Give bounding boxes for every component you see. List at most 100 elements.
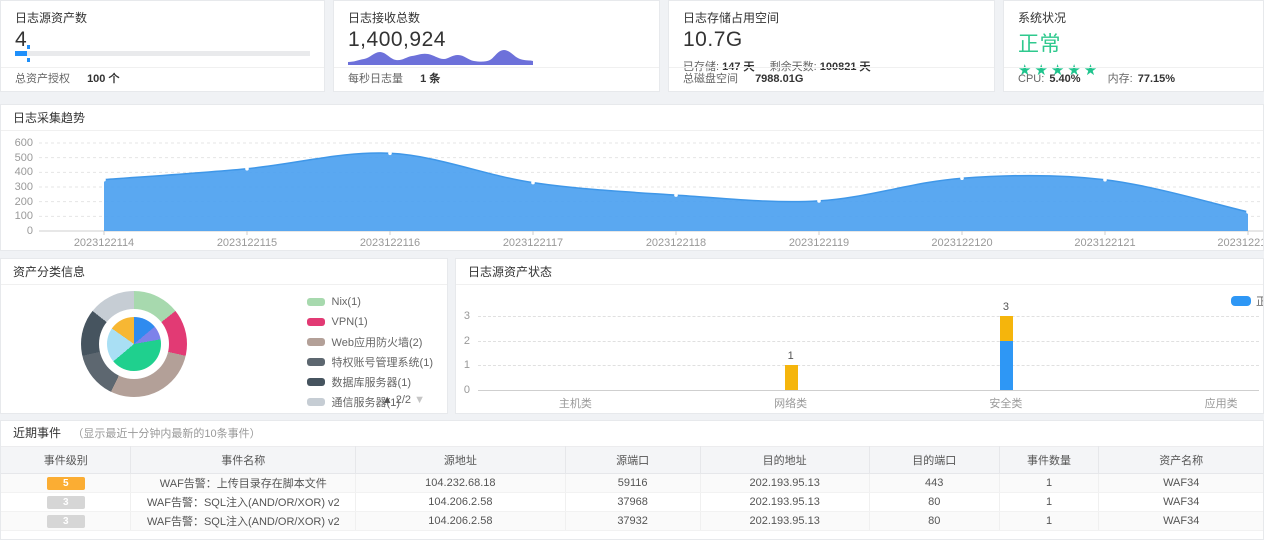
- trend-svg: [1, 131, 1264, 236]
- log-trend-panel: 日志采集趋势 010020030040050060020231221142023…: [0, 104, 1264, 251]
- events-col-header: 源端口: [565, 447, 700, 474]
- legend-swatch: [307, 338, 325, 346]
- trend-x-tick: 2023122121: [1060, 237, 1150, 249]
- bar-x-tick: 安全类: [961, 395, 1051, 411]
- event-cell: WAF告警：SQL注入(AND/OR/XOR) v2: [131, 512, 356, 531]
- events-col-header: 源地址: [356, 447, 565, 474]
- logs-sparkline-chart: [348, 39, 533, 65]
- cpu-value: 5.40%: [1049, 73, 1080, 85]
- events-col-header: 目的端口: [869, 447, 999, 474]
- bar-x-tick: 应用类: [1176, 395, 1264, 411]
- log-source-count: 4: [1, 26, 324, 52]
- card-title: 日志接收总数: [334, 1, 659, 26]
- bar-y-tick: 1: [456, 359, 470, 371]
- bar-x-tick: 网络类: [746, 395, 836, 411]
- pager-page: 2/2: [396, 394, 411, 406]
- footer-value: 7988.01G: [755, 73, 803, 85]
- trend-x-tick: 2023122122: [1203, 237, 1264, 249]
- trend-y-tick: 300: [3, 181, 33, 193]
- event-row: 3WAF告警：SQL注入(AND/OR/XOR) v2104.206.2.583…: [1, 512, 1263, 531]
- card-log-source-assets: 日志源资产数 4 总资产授权 100 个: [0, 0, 325, 92]
- donut-legend-item[interactable]: Web应用防火墙(2): [307, 333, 433, 350]
- event-cell: 80: [869, 512, 999, 531]
- events-col-header: 目的地址: [700, 447, 869, 474]
- bar-legend-item[interactable]: 正常: [1231, 293, 1264, 309]
- event-cell: 202.193.95.13: [700, 493, 869, 512]
- bar-segment-blue: [1000, 341, 1013, 390]
- bar-value-label: 3: [991, 301, 1021, 313]
- event-cell: 104.232.68.18: [356, 474, 565, 493]
- trend-x-tick: 2023122117: [488, 237, 578, 249]
- card-footer: 总资产授权 100 个: [1, 67, 324, 91]
- legend-label: 数据库服务器(1): [332, 374, 411, 390]
- legend-swatch-blue: [1231, 296, 1251, 306]
- donut-legend-item[interactable]: VPN(1): [307, 313, 433, 330]
- trend-y-tick: 600: [3, 137, 33, 149]
- legend-swatch: [307, 298, 325, 306]
- card-logs-received: 日志接收总数 1,400,924 每秒日志量 1 条: [333, 0, 660, 92]
- slider-tick-top: [27, 45, 30, 49]
- donut-legend-item[interactable]: Nix(1): [307, 293, 433, 310]
- bar-segment-yellow: [1000, 316, 1013, 341]
- bar-panel-title: 日志源资产状态: [456, 259, 1263, 285]
- log-source-status-panel: 日志源资产状态 正常 0123主机类网络类1安全类3应用类: [455, 258, 1264, 414]
- legend-swatch: [307, 398, 325, 406]
- event-level-badge: 3: [47, 515, 85, 528]
- asset-classification-panel: 资产分类信息 Nix(1)VPN(1)Web应用防火墙(2)特权账号管理系统(1…: [0, 258, 448, 414]
- footer-value: 100 个: [87, 73, 119, 85]
- bar-y-tick: 0: [456, 384, 470, 396]
- card-title: 日志存储占用空间: [669, 1, 994, 26]
- event-cell: 202.193.95.13: [700, 512, 869, 531]
- bar-segment-yellow: [785, 365, 798, 390]
- event-cell: 1: [999, 493, 1099, 512]
- asset-status-bar-chart: 正常 0123主机类网络类1安全类3应用类: [456, 285, 1263, 414]
- trend-y-tick: 0: [3, 225, 33, 237]
- card-footer: 总磁盘空间 7988.01G: [669, 67, 994, 91]
- slider-fill: [15, 51, 27, 56]
- event-cell: 37968: [565, 493, 700, 512]
- event-row: 3WAF告警：SQL注入(AND/OR/XOR) v2104.206.2.583…: [1, 493, 1263, 512]
- footer-label: 每秒日志量: [348, 73, 403, 85]
- event-cell: 3: [1, 512, 131, 531]
- legend-swatch: [307, 378, 325, 386]
- legend-label: Web应用防火墙(2): [332, 334, 423, 350]
- donut-legend-item[interactable]: 数据库服务器(1): [307, 373, 433, 390]
- event-cell: WAF告警：SQL注入(AND/OR/XOR) v2: [131, 493, 356, 512]
- trend-y-tick: 400: [3, 166, 33, 178]
- card-log-storage: 日志存储占用空间 10.7G 已存储: 147 天 剩余天数: 100821 天…: [668, 0, 995, 92]
- event-cell: WAF34: [1099, 493, 1263, 512]
- bar-gridline: [478, 365, 1259, 366]
- events-table: 事件级别事件名称源地址源端口目的地址目的端口事件数量资产名称5WAF告警：上传目…: [1, 446, 1263, 531]
- event-cell: 443: [869, 474, 999, 493]
- legend-clipped-label: 正常: [1256, 293, 1264, 309]
- event-cell: 59116: [565, 474, 700, 493]
- mem-label: 内存:: [1108, 73, 1133, 85]
- trend-y-tick: 500: [3, 152, 33, 164]
- event-cell: 104.206.2.58: [356, 493, 565, 512]
- event-cell: 37932: [565, 512, 700, 531]
- legend-swatch: [307, 318, 325, 326]
- card-title: 系统状况: [1004, 1, 1263, 26]
- asset-usage-slider[interactable]: [15, 51, 310, 56]
- legend-pager: ▲ 2/2 ▼: [382, 394, 425, 406]
- event-cell: WAF34: [1099, 474, 1263, 493]
- card-system-status: 系统状况 正常 ★★★★★ CPU: 5.40% 内存: 77.15%: [1003, 0, 1264, 92]
- donut-inner-pie: [107, 317, 161, 371]
- events-col-header: 事件级别: [1, 447, 131, 474]
- pager-up-icon[interactable]: ▲: [382, 394, 393, 406]
- bar-gridline: [478, 390, 1259, 391]
- pager-down-icon[interactable]: ▼: [414, 394, 425, 406]
- events-title: 近期事件: [13, 426, 61, 440]
- legend-label: VPN(1): [332, 316, 368, 328]
- recent-events-panel: 近期事件 （显示最近十分钟内最新的10条事件） 事件级别事件名称源地址源端口目的…: [0, 420, 1264, 540]
- card-footer: 每秒日志量 1 条: [334, 67, 659, 91]
- event-cell: WAF告警：上传目录存在脚本文件: [131, 474, 356, 493]
- cpu-label: CPU:: [1018, 73, 1044, 85]
- events-col-header: 事件名称: [131, 447, 356, 474]
- asset-donut-chart: Nix(1) VPN(1) Web应用防火墙(2) 特权账号管理系统(1) 数据库服务器…: [1, 285, 447, 414]
- donut-legend-item[interactable]: 特权账号管理系统(1): [307, 353, 433, 370]
- storage-used: 10.7G: [669, 26, 994, 52]
- system-status-value: 正常: [1004, 26, 1263, 58]
- trend-x-tick: 2023122116: [345, 237, 435, 249]
- footer-label: 总磁盘空间: [683, 73, 738, 85]
